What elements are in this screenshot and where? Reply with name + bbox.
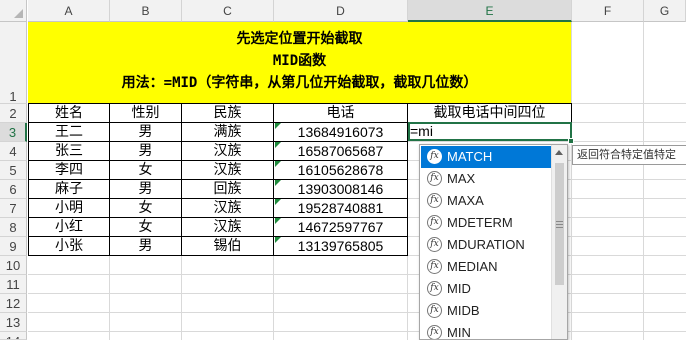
row-header-6[interactable]: 6 [0, 180, 27, 199]
spreadsheet: A B C D E F G 1 2 3 4 5 6 7 8 9 10 11 12… [0, 0, 686, 340]
autocomplete-item-min[interactable]: fx MIN [421, 322, 552, 339]
row-header-3[interactable]: 3 [0, 123, 27, 142]
table-cell[interactable]: 男 [110, 237, 181, 255]
select-all-triangle-icon [14, 9, 23, 18]
table-cell[interactable]: 小张 [29, 237, 109, 255]
autocomplete-item-max[interactable]: fx MAX [421, 168, 552, 190]
column-header-a[interactable]: A [28, 0, 110, 22]
column-header-e[interactable]: E [408, 0, 572, 22]
table-cell[interactable]: 汉族 [182, 199, 273, 217]
table-cell[interactable]: 麻子 [29, 180, 109, 198]
table-cell[interactable]: 锡伯 [182, 237, 273, 255]
autocomplete-item-median[interactable]: fx MEDIAN [421, 256, 552, 278]
table-cell-phone[interactable]: 19528740881 [274, 199, 407, 217]
row-header-2[interactable]: 2 [0, 104, 27, 123]
autocomplete-item-mid[interactable]: fx MID [421, 278, 552, 300]
table-cell[interactable]: 汉族 [182, 161, 273, 179]
row-header-8[interactable]: 8 [0, 218, 27, 237]
table-cell[interactable]: 汉族 [182, 142, 273, 160]
table-cell[interactable]: 男 [110, 142, 181, 160]
header-cell-gender[interactable]: 性别 [110, 104, 181, 122]
row-header-1[interactable]: 1 [0, 22, 27, 104]
table-cell[interactable]: 女 [110, 161, 181, 179]
row-header-4[interactable]: 4 [0, 142, 27, 161]
banner-usage: 用法：=MID（字符串，从第几位开始截取，截取几位数） [121, 75, 478, 91]
banner-title: 先选定位置开始截取 [236, 31, 363, 47]
autocomplete-item-maxa[interactable]: fx MAXA [421, 190, 552, 212]
instruction-banner: 先选定位置开始截取 MID函数 用法：=MID（字符串，从第几位开始截取，截取几… [28, 22, 571, 103]
header-cell-name[interactable]: 姓名 [29, 104, 109, 122]
fill-handle[interactable] [568, 138, 574, 144]
scroll-up-arrow-icon[interactable] [555, 150, 563, 155]
banner-function-name: MID函数 [272, 53, 327, 69]
text-number-indicator-icon [275, 123, 281, 129]
function-icon: fx [427, 193, 442, 208]
autocomplete-item-mduration[interactable]: fx MDURATION [421, 234, 552, 256]
table-cell[interactable]: 男 [110, 180, 181, 198]
table-cell-phone[interactable]: 13903008146 [274, 180, 407, 198]
table-cell[interactable]: 李四 [29, 161, 109, 179]
scroll-thumb[interactable] [555, 163, 564, 285]
function-description-tooltip: 返回符合特定值特定 [572, 145, 686, 165]
text-number-indicator-icon [275, 237, 281, 243]
column-header-d[interactable]: D [274, 0, 408, 22]
table-cell[interactable]: 满族 [182, 123, 273, 141]
column-header-b[interactable]: B [110, 0, 182, 22]
autocomplete-item-match[interactable]: fx MATCH [421, 146, 552, 168]
table-cell-phone[interactable]: 16105628678 [274, 161, 407, 179]
function-icon: fx [427, 215, 442, 230]
function-icon: fx [427, 281, 442, 296]
row-header-10[interactable]: 10 [0, 256, 27, 275]
text-number-indicator-icon [275, 142, 281, 148]
function-icon: fx [427, 259, 442, 274]
select-all-corner[interactable] [0, 0, 27, 22]
column-header-g[interactable]: G [644, 0, 686, 22]
row-header-7[interactable]: 7 [0, 199, 27, 218]
table-cell[interactable]: 回族 [182, 180, 273, 198]
table-cell[interactable]: 女 [110, 218, 181, 236]
function-icon: fx [427, 237, 442, 252]
row-header-9[interactable]: 9 [0, 237, 27, 256]
table-cell[interactable]: 女 [110, 199, 181, 217]
table-cell-phone[interactable]: 13139765805 [274, 237, 407, 255]
text-number-indicator-icon [275, 218, 281, 224]
row-header-5[interactable]: 5 [0, 161, 27, 180]
column-header-f[interactable]: F [572, 0, 644, 22]
function-icon: fx [427, 325, 442, 339]
table-cell[interactable]: 小明 [29, 199, 109, 217]
header-cell-extract[interactable]: 截取电话中间四位 [408, 104, 571, 122]
header-cell-phone[interactable]: 电话 [274, 104, 407, 122]
table-cell[interactable]: 男 [110, 123, 181, 141]
row-header-13[interactable]: 13 [0, 313, 27, 332]
text-number-indicator-icon [275, 199, 281, 205]
table-cell[interactable]: 张三 [29, 142, 109, 160]
table-cell-phone[interactable]: 14672597767 [274, 218, 407, 236]
table-cell-phone[interactable]: 16587065687 [274, 142, 407, 160]
text-number-indicator-icon [275, 161, 281, 167]
autocomplete-item-mdeterm[interactable]: fx MDETERM [421, 212, 552, 234]
active-cell-formula[interactable]: =mi [410, 123, 433, 140]
row-header-14[interactable]: 14 [0, 332, 27, 340]
header-cell-ethnicity[interactable]: 民族 [182, 104, 273, 122]
function-icon: fx [427, 303, 442, 318]
table-cell[interactable]: 王二 [29, 123, 109, 141]
autocomplete-item-midb[interactable]: fx MIDB [421, 300, 552, 322]
row-header-11[interactable]: 11 [0, 275, 27, 294]
function-autocomplete-list[interactable]: fx MATCH fx MAX fx MAXA fx MDETERM fx MDURATI… [419, 144, 568, 340]
table-cell[interactable]: 小红 [29, 218, 109, 236]
column-header-c[interactable]: C [182, 0, 274, 22]
table-cell[interactable]: 汉族 [182, 218, 273, 236]
function-icon: fx [427, 171, 442, 186]
function-icon: fx [427, 149, 442, 164]
row-header-12[interactable]: 12 [0, 294, 27, 313]
autocomplete-scrollbar[interactable] [551, 145, 567, 339]
text-number-indicator-icon [275, 180, 281, 186]
table-cell-phone[interactable]: 13684916073 [274, 123, 407, 141]
